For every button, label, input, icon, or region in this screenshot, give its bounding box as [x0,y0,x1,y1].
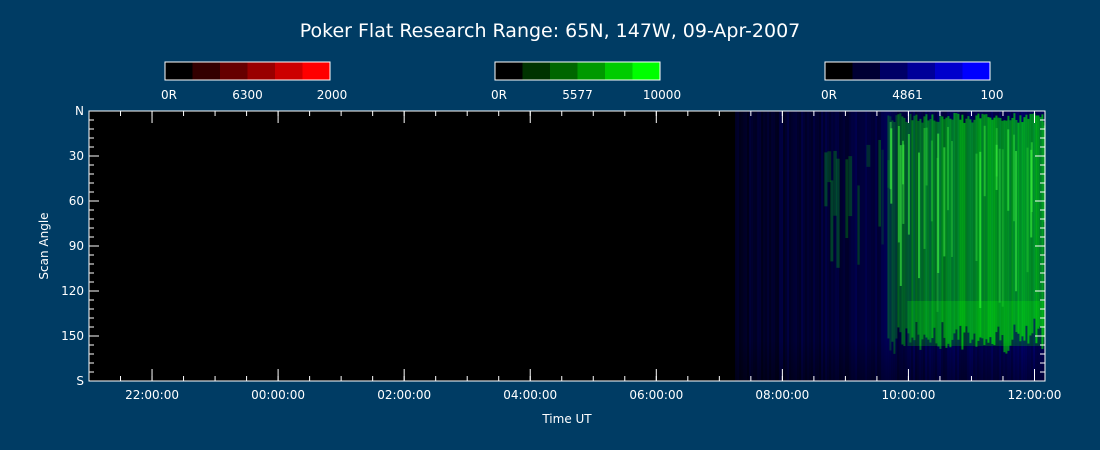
colorbar-segment [220,62,248,80]
y-tick-label: N [75,104,84,118]
colorbar-segment [825,62,853,80]
x-axis-label: Time UT [541,412,592,426]
colorbar-segment [192,62,221,80]
y-tick-label: S [76,374,84,388]
colorbar-segment [962,62,991,80]
colorbar-segment [852,62,881,80]
colorbar-segment [880,62,908,80]
y-tick-label: 90 [69,239,84,253]
x-tick-label: 12:00:00 [1008,388,1062,402]
colorbar-segment [632,62,661,80]
plot-shade [89,111,1045,381]
x-tick-label: 02:00:00 [377,388,431,402]
colorbar-segment [302,62,331,80]
colorbar-max-label: 100 [981,88,1004,102]
x-tick-label: 22:00:00 [125,388,179,402]
colorbar-min-label: 0R [821,88,837,102]
colorbar-max-label: 10000 [643,88,681,102]
colorbar-segment [495,62,523,80]
y-tick-label: 120 [61,284,84,298]
colorbar-segment [165,62,193,80]
colorbar-segment [275,62,303,80]
keogram-chart: Poker Flat Research Range: 65N, 147W, 09… [37,20,1062,426]
colorbar-max-label: 2000 [317,88,348,102]
colorbar-wavelength-label: 6300 [232,88,263,102]
colorbar-segment [247,62,276,80]
colorbar-4861: 0R 4861 100 [821,61,1004,102]
y-tick-label: 60 [69,194,84,208]
y-tick-label: 150 [61,329,84,343]
x-tick-label: 10:00:00 [881,388,935,402]
colorbar-5577: 0R 5577 10000 [491,61,681,102]
colorbar-wavelength-label: 5577 [562,88,593,102]
colorbar-segment [577,62,606,80]
colorbars: 0R 6300 2000 0R 5577 10000 0R 4861 100 [161,61,1004,102]
colorbar-6300: 0R 6300 2000 [161,61,348,102]
colorbar-segment [550,62,578,80]
y-axis-label: Scan Angle [37,212,51,279]
colorbar-segment [935,62,963,80]
x-tick-label: 04:00:00 [503,388,557,402]
y-tick-label: 30 [69,149,84,163]
colorbar-min-label: 0R [161,88,177,102]
x-tick-label: 06:00:00 [629,388,683,402]
x-tick-label: 08:00:00 [755,388,809,402]
colorbar-wavelength-label: 4861 [892,88,923,102]
colorbar-segment [907,62,936,80]
x-tick-label: 00:00:00 [251,388,305,402]
colorbar-segment [522,62,551,80]
chart-title: Poker Flat Research Range: 65N, 147W, 09… [300,20,801,42]
colorbar-segment [605,62,633,80]
colorbar-min-label: 0R [491,88,507,102]
